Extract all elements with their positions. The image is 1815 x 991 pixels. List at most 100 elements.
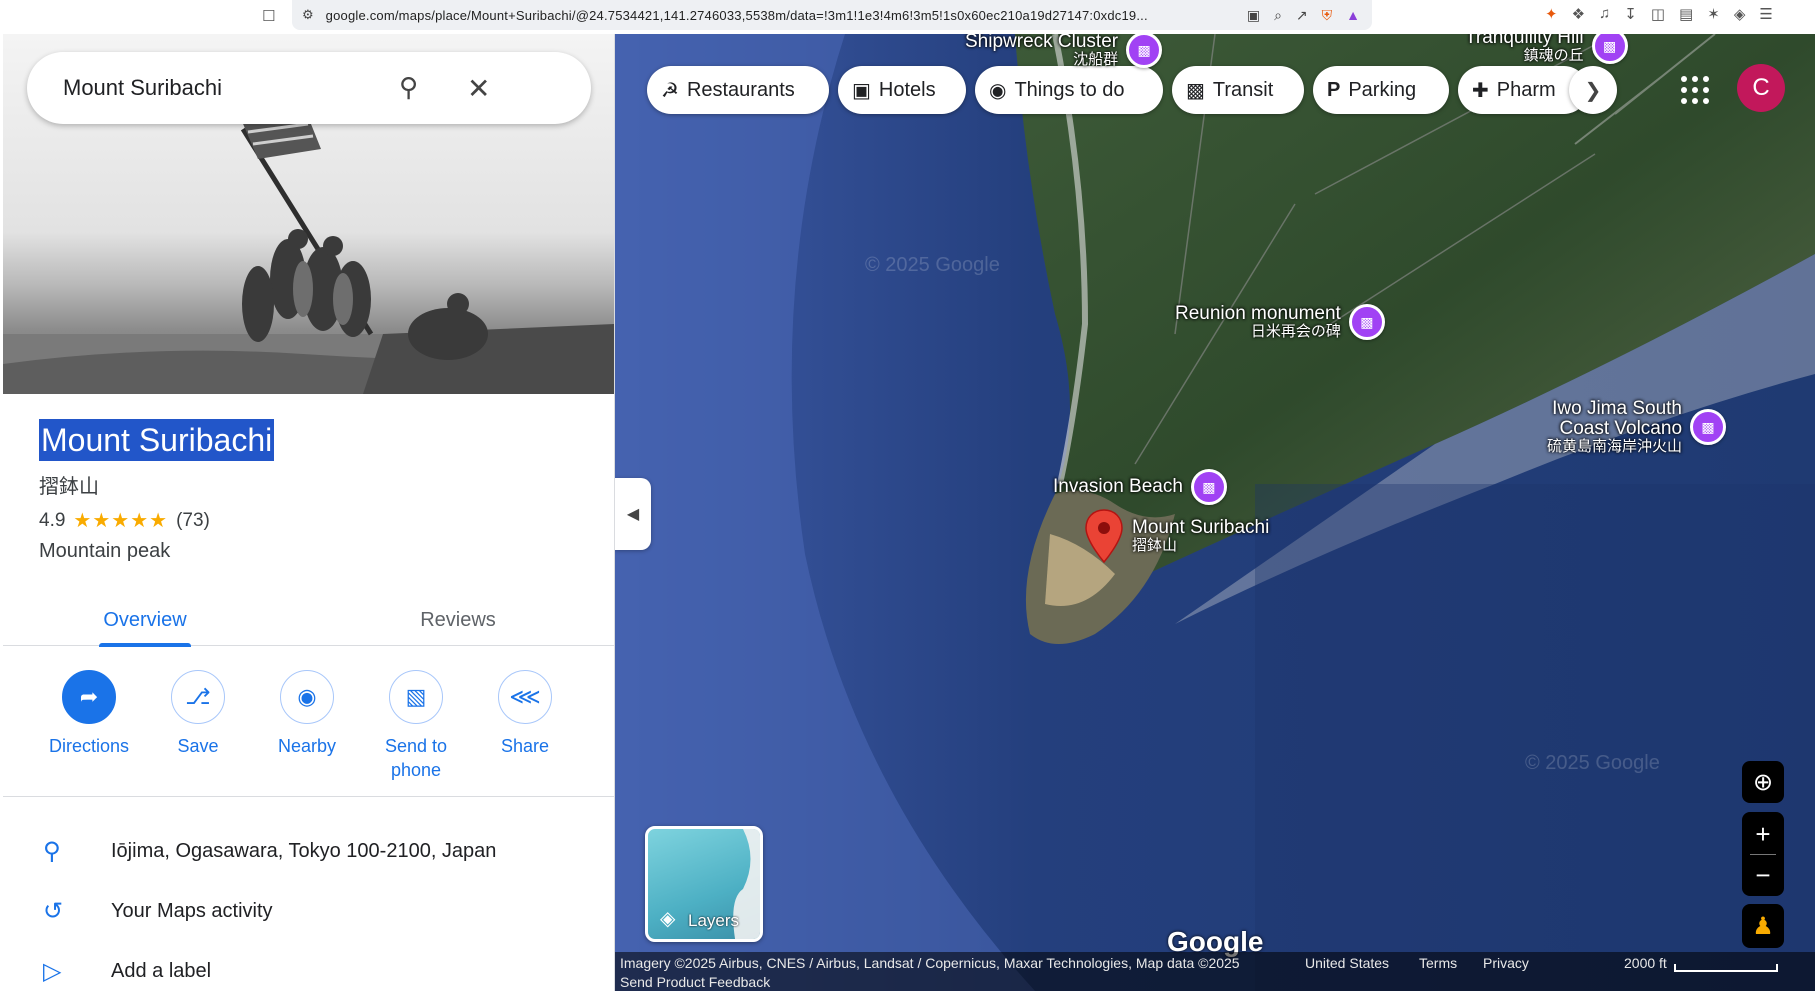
nearby-button[interactable]: ◉ Nearby [252,670,362,758]
vpn-icon[interactable]: ◈ [1734,5,1746,23]
poi-marker-icon[interactable]: ▩ [1126,34,1163,68]
shield-icon[interactable]: ⛨ [1322,7,1333,24]
poi-invasion-beach[interactable]: Invasion Beach ▩ [1053,469,1227,505]
terms-link[interactable]: Terms [1419,955,1457,971]
scale-bar[interactable] [1674,964,1778,972]
place-tabs: Overview Reviews [3,594,614,647]
bookmark-icon[interactable]: ☐ [262,7,278,25]
poi-tranquility-hill[interactable]: Tranquility Hill 鎮魂の丘 ▩ [1465,34,1628,64]
review-count[interactable]: (73) [176,510,210,532]
send-to-phone-button[interactable]: ▧ Send to phone [361,670,471,782]
search-icon[interactable]: ⚲ [399,72,418,103]
pegman-icon: ♟ [1752,912,1774,940]
zoom-out-button[interactable]: − [1755,855,1770,895]
poi-label: Iwo Jima South Coast Volcano 硫黄島南海岸沖火山 [1547,398,1683,455]
poi-shipwreck-cluster[interactable]: Shipwreck Cluster 沈船群 ▩ [965,34,1163,68]
apps-grid-icon[interactable] [1675,70,1715,110]
search-input[interactable] [63,75,443,101]
url-text[interactable]: google.com/maps/place/Mount+Suribachi/@2… [326,8,1206,23]
history-icon: ↺ [43,897,64,925]
menu-icon[interactable]: ☰ [1759,5,1772,23]
extensions-icon[interactable]: ❖ [1572,5,1585,23]
selected-place-pin-icon[interactable] [1084,508,1124,564]
share-page-icon[interactable]: ↗ [1296,7,1308,24]
tab-overview[interactable]: Overview [99,594,191,647]
nearby-label: Nearby [277,736,337,756]
chip-transit[interactable]: ▩ Transit [1172,66,1304,114]
my-location-button[interactable]: ⊕ [1742,761,1784,803]
media-icon[interactable]: ♫ [1599,5,1610,23]
address-text: Iōjima, Ogasawara, Tokyo 100-2100, Japan [111,839,497,862]
poi-south-coast-volcano[interactable]: Iwo Jima South Coast Volcano 硫黄島南海岸沖火山 ▩ [1547,398,1727,455]
map-canvas[interactable]: © 2025 Google © 2025 Google ◀ ☭ Restauran… [615,34,1815,991]
poi-marker-icon[interactable]: ▩ [1591,34,1628,64]
poi-label: Tranquility Hill 鎮魂の丘 [1465,34,1584,64]
chips-next-button[interactable]: ❯ [1569,66,1617,114]
search-box[interactable]: ⚲ ✕ [27,52,591,124]
share-icon: ⋘ [498,670,552,724]
site-settings-icon[interactable]: ⚙ [302,7,314,23]
poi-marker-icon[interactable]: ▩ [1190,469,1227,505]
chip-restaurants[interactable]: ☭ Restaurants [647,66,829,114]
leo-icon[interactable]: ✶ [1707,5,1720,23]
chip-hotels[interactable]: ▣ Hotels [838,66,966,114]
address-bar[interactable]: ⚙ google.com/maps/place/Mount+Suribachi/… [292,0,1372,30]
chip-parking[interactable]: P Parking [1313,66,1449,114]
transit-icon: ▩ [1186,79,1205,102]
scale-label[interactable]: 2000 ft [1624,955,1667,971]
collapse-panel-button[interactable]: ◀ [615,478,651,550]
privacy-link[interactable]: Privacy [1483,955,1529,971]
pegman-button[interactable]: ♟ [1742,904,1784,948]
divider [3,796,614,797]
layers-button[interactable]: ◈ Layers [645,826,763,942]
poi-marker-icon[interactable]: ▩ [1348,304,1385,340]
zoom-icon[interactable]: ⌕ [1274,7,1282,24]
save-label: Save [177,736,219,756]
tab-reviews[interactable]: Reviews [403,594,513,646]
save-button[interactable]: ⎇ Save [143,670,253,758]
send-to-phone-icon: ▧ [389,670,443,724]
extension-fox-icon[interactable]: ✦ [1545,5,1558,23]
directions-button[interactable]: ➦ Directions [34,670,144,758]
place-photo[interactable]: ⚲ ✕ [3,34,614,394]
maps-activity-row[interactable]: ↺ Your Maps activity [3,884,614,938]
chevron-right-icon: ❯ [1584,79,1602,102]
poi-marker-icon[interactable]: ▩ [1690,409,1727,445]
send-to-phone-label: Send to phone [384,736,448,780]
poi-label: Shipwreck Cluster 沈船群 [965,34,1119,68]
region-link[interactable]: United States [1305,955,1389,971]
zoom-in-button[interactable]: + [1755,814,1770,854]
rewards-icon[interactable]: ▲ [1346,7,1360,24]
location-pin-icon: ⚲ [43,837,61,865]
sidebar-toggle-icon[interactable]: ◫ [1651,5,1665,23]
wallet-icon[interactable]: ▤ [1679,5,1693,23]
poi-label: Invasion Beach [1053,476,1183,497]
place-type[interactable]: Mountain peak [39,540,170,563]
label-icon: ▷ [43,957,62,985]
zoom-control: + − [1742,812,1784,896]
map-footer: Imagery ©2025 Airbus, CNES / Airbus, Lan… [615,952,1815,991]
place-title: Mount Suribachi [39,419,275,461]
layers-icon: ◈ [660,908,676,930]
map-watermark-2: © 2025 Google [1525,752,1660,774]
chip-pharmacy-label: Pharm [1496,78,1556,101]
crosshair-icon: ⊕ [1752,768,1774,796]
chip-things-to-do[interactable]: ◉ Things to do [975,66,1163,114]
poi-reunion-monument[interactable]: Reunion monument 日米再会の碑 ▩ [1175,304,1385,340]
send-feedback-link[interactable]: Send Product Feedback [620,974,770,990]
rating-row: 4.9 ★★★★★ (73) [39,508,210,533]
poi-label: Reunion monument 日米再会の碑 [1175,303,1341,340]
share-label: Share [500,736,550,756]
avatar[interactable]: C [1737,64,1785,112]
download-icon[interactable]: ↧ [1624,5,1637,23]
chip-parking-label: Parking [1348,78,1417,101]
maps-activity-text: Your Maps activity [111,899,273,922]
map-watermark: © 2025 Google [865,254,1000,276]
parking-icon: P [1327,78,1341,101]
close-icon[interactable]: ✕ [467,72,490,105]
add-label-row[interactable]: ▷ Add a label [3,944,614,991]
hotel-icon: ▣ [852,79,871,102]
address-row[interactable]: ⚲ Iōjima, Ogasawara, Tokyo 100-2100, Jap… [3,824,614,878]
install-icon[interactable]: ▣ [1247,7,1260,24]
share-button[interactable]: ⋘ Share [470,670,580,758]
